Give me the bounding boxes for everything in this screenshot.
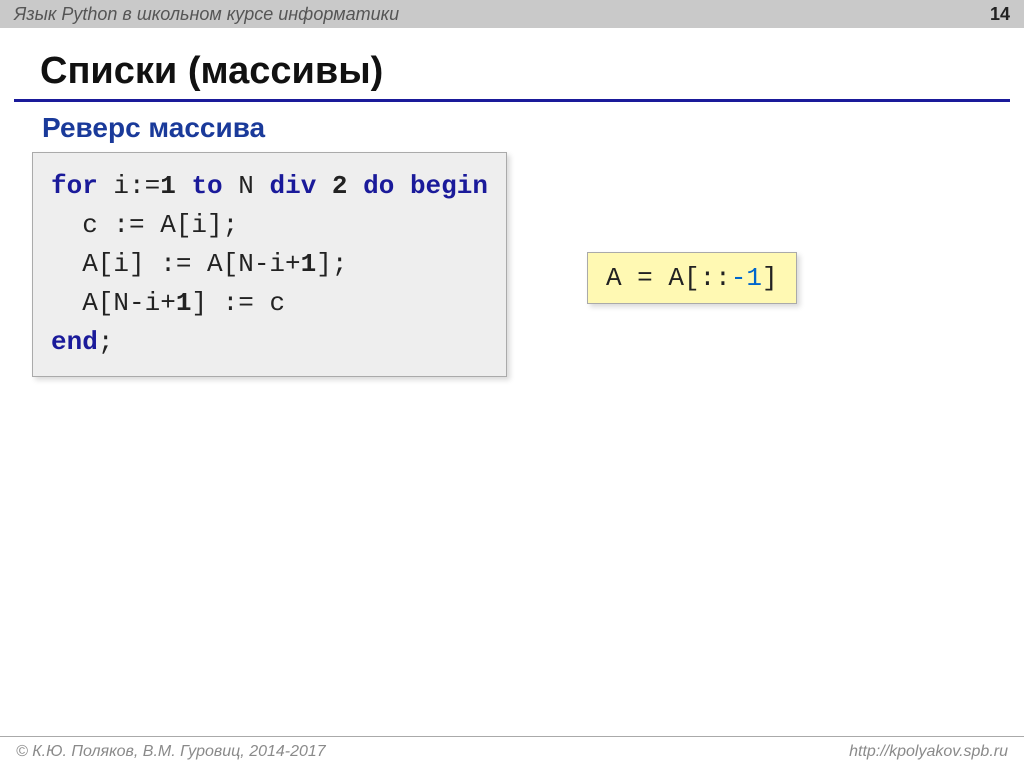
- kw-begin: begin: [410, 171, 488, 201]
- footer-url: http://kpolyakov.spb.ru: [849, 743, 1008, 761]
- pascal-code-box: for i:=1 to N div 2 do begin c := A[i]; …: [32, 152, 507, 377]
- footer-copyright: © К.Ю. Поляков, В.М. Гуровиц, 2014-2017: [16, 743, 326, 761]
- kw-end: end: [51, 327, 98, 357]
- course-title: Язык Python в школьном курсе информатики: [14, 4, 399, 25]
- code-line-2: c := A[i];: [51, 210, 238, 240]
- python-code-box: A = A[::-1]: [587, 252, 797, 304]
- content-row: for i:=1 to N div 2 do begin c := A[i]; …: [32, 152, 1024, 377]
- kw-for: for: [51, 171, 98, 201]
- header-bar: Язык Python в школьном курсе информатики…: [0, 0, 1024, 28]
- kw-div: div: [269, 171, 316, 201]
- subtitle: Реверс массива: [42, 112, 1024, 144]
- title-underline: [14, 99, 1010, 102]
- kw-to: to: [191, 171, 222, 201]
- page-number: 14: [990, 4, 1010, 25]
- python-literal: -1: [731, 263, 762, 293]
- footer: © К.Ю. Поляков, В.М. Гуровиц, 2014-2017 …: [0, 736, 1024, 767]
- kw-do: do: [363, 171, 394, 201]
- slide-title: Списки (массивы): [40, 50, 1024, 93]
